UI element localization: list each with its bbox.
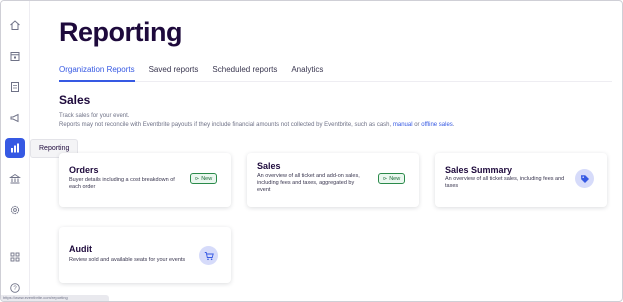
tab-analytics[interactable]: Analytics [291, 64, 323, 82]
or-text: or [414, 122, 420, 128]
status-bar-url: https://www.eventbrite.com/reporting [1, 295, 109, 301]
badge-label: New [201, 175, 213, 182]
calendar-icon[interactable] [5, 46, 25, 66]
new-badge: ⊳ New [190, 173, 218, 184]
tag-icon: ⊳ [195, 175, 200, 182]
card-title: Sales [257, 161, 281, 171]
report-card-sales-summary[interactable]: Sales Summary An overview of all ticket … [435, 153, 607, 207]
manual-link[interactable]: manual [393, 122, 413, 128]
orders-icon[interactable] [5, 77, 25, 97]
new-badge: ⊳ New [378, 173, 406, 184]
offline-sales-link[interactable]: offline sales [421, 122, 453, 128]
card-title: Audit [69, 244, 92, 254]
svg-text:?: ? [13, 286, 17, 292]
report-card-audit[interactable]: Audit Review sold and available seats fo… [59, 227, 231, 283]
tag-icon: ⊳ [383, 175, 388, 182]
tab-organization-reports[interactable]: Organization Reports [59, 64, 135, 82]
apps-grid-icon[interactable] [5, 247, 25, 267]
home-icon[interactable] [5, 15, 25, 35]
page-title: Reporting [59, 17, 183, 47]
section-disclaimer: Reports may not reconcile with Eventbrit… [59, 122, 454, 128]
tab-scheduled-reports[interactable]: Scheduled reports [212, 64, 277, 82]
report-tabs: Organization Reports Saved reports Sched… [59, 64, 612, 82]
badge-label: New [389, 175, 401, 182]
section-description: Track sales for your event. [59, 113, 130, 119]
megaphone-icon[interactable] [5, 108, 25, 128]
card-title: Orders [69, 165, 99, 175]
section-title: Sales [59, 93, 91, 107]
app-window: ? Reporting Reporting Organization Repor… [0, 0, 623, 302]
report-card-sales[interactable]: Sales An overview of all ticket and add-… [247, 153, 419, 207]
tab-saved-reports[interactable]: Saved reports [149, 64, 199, 82]
card-title: Sales Summary [445, 165, 513, 175]
card-description: Buyer details including a cost breakdown… [69, 177, 175, 190]
period-text: . [452, 122, 455, 128]
disclaimer-text: Reports may not reconcile with Eventbrit… [59, 122, 392, 128]
bank-icon[interactable] [5, 169, 25, 189]
report-card-orders[interactable]: Orders Buyer details including a cost br… [59, 153, 231, 207]
card-description: An overview of all ticket and add-on sal… [257, 173, 360, 193]
cart-icon [199, 246, 218, 265]
card-description: An overview of all ticket sales, includi… [445, 176, 565, 189]
gear-icon[interactable] [5, 200, 25, 220]
left-sidebar: ? [1, 1, 30, 301]
price-tag-icon [575, 169, 594, 188]
card-description: Review sold and available seats for your… [69, 257, 186, 263]
bar-chart-icon[interactable] [5, 138, 25, 158]
